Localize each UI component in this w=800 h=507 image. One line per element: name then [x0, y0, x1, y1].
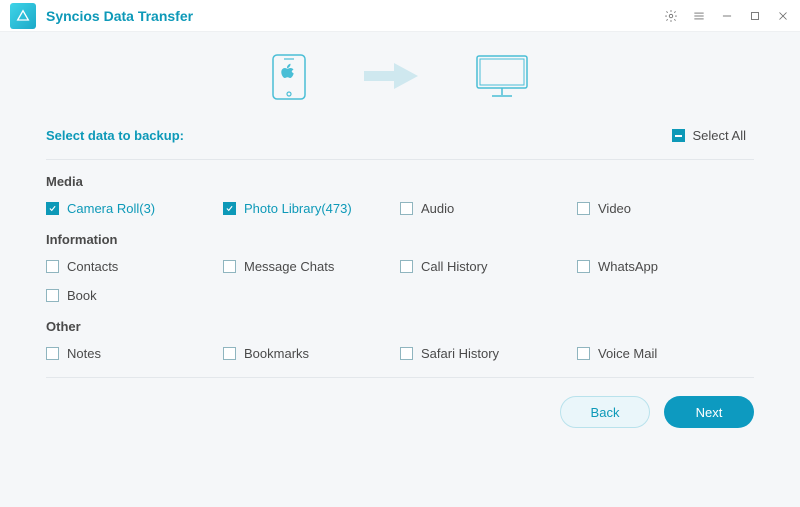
app-title: Syncios Data Transfer — [46, 8, 193, 24]
checkbox-icon — [400, 347, 413, 360]
checkbox-label: Audio — [421, 201, 454, 216]
header-row: Select data to backup: Select All — [46, 128, 754, 143]
checkbox-photo-library[interactable]: Photo Library(473) — [223, 201, 400, 216]
select-all-label: Select All — [693, 128, 746, 143]
main-content: Select data to backup: Select All Media … — [0, 32, 800, 446]
other-grid: Notes Bookmarks Safari History Voice Mai… — [46, 346, 754, 361]
arrow-right-icon — [364, 61, 418, 94]
checkbox-label: Message Chats — [244, 259, 334, 274]
app-logo-icon — [10, 3, 36, 29]
checkbox-video[interactable]: Video — [577, 201, 754, 216]
minimize-icon[interactable] — [720, 9, 734, 23]
checkbox-label: WhatsApp — [598, 259, 658, 274]
monitor-icon — [476, 55, 528, 99]
checkbox-icon — [46, 202, 59, 215]
group-label-other: Other — [46, 319, 754, 334]
footer-buttons: Back Next — [46, 392, 754, 428]
checkbox-icon — [577, 260, 590, 273]
maximize-icon[interactable] — [748, 9, 762, 23]
select-all-checkbox[interactable]: Select All — [672, 128, 746, 143]
checkbox-safari-history[interactable]: Safari History — [400, 346, 577, 361]
checkbox-camera-roll[interactable]: Camera Roll(3) — [46, 201, 223, 216]
checkbox-call-history[interactable]: Call History — [400, 259, 577, 274]
section-prompt: Select data to backup: — [46, 128, 672, 143]
next-button[interactable]: Next — [664, 396, 754, 428]
titlebar: Syncios Data Transfer — [0, 0, 800, 32]
device-flow — [46, 54, 754, 100]
group-label-media: Media — [46, 174, 754, 189]
window-controls — [664, 9, 790, 23]
close-icon[interactable] — [776, 9, 790, 23]
checkbox-whatsapp[interactable]: WhatsApp — [577, 259, 754, 274]
checkbox-notes[interactable]: Notes — [46, 346, 223, 361]
checkbox-label: Call History — [421, 259, 487, 274]
checkbox-bookmarks[interactable]: Bookmarks — [223, 346, 400, 361]
checkbox-book[interactable]: Book — [46, 288, 223, 303]
group-label-information: Information — [46, 232, 754, 247]
checkbox-icon — [46, 289, 59, 302]
back-button[interactable]: Back — [560, 396, 650, 428]
checkbox-label: Notes — [67, 346, 101, 361]
checkbox-message-chats[interactable]: Message Chats — [223, 259, 400, 274]
checkbox-label: Camera Roll(3) — [67, 201, 155, 216]
checkbox-label: Book — [67, 288, 97, 303]
checkbox-icon — [223, 260, 236, 273]
gear-icon[interactable] — [664, 9, 678, 23]
checkbox-icon — [223, 347, 236, 360]
menu-icon[interactable] — [692, 9, 706, 23]
media-grid: Camera Roll(3) Photo Library(473) Audio … — [46, 201, 754, 216]
divider — [46, 377, 754, 378]
checkbox-label: Safari History — [421, 346, 499, 361]
checkbox-icon — [577, 202, 590, 215]
indeterminate-check-icon — [672, 129, 685, 142]
checkbox-contacts[interactable]: Contacts — [46, 259, 223, 274]
information-grid: Contacts Message Chats Call History What… — [46, 259, 754, 303]
checkbox-icon — [223, 202, 236, 215]
checkbox-icon — [400, 202, 413, 215]
checkbox-label: Voice Mail — [598, 346, 657, 361]
phone-icon — [272, 54, 306, 100]
checkbox-label: Photo Library(473) — [244, 201, 352, 216]
checkbox-icon — [46, 347, 59, 360]
checkbox-audio[interactable]: Audio — [400, 201, 577, 216]
checkbox-label: Contacts — [67, 259, 118, 274]
checkbox-voice-mail[interactable]: Voice Mail — [577, 346, 754, 361]
checkbox-label: Video — [598, 201, 631, 216]
checkbox-icon — [400, 260, 413, 273]
divider — [46, 159, 754, 160]
checkbox-label: Bookmarks — [244, 346, 309, 361]
checkbox-icon — [46, 260, 59, 273]
checkbox-icon — [577, 347, 590, 360]
